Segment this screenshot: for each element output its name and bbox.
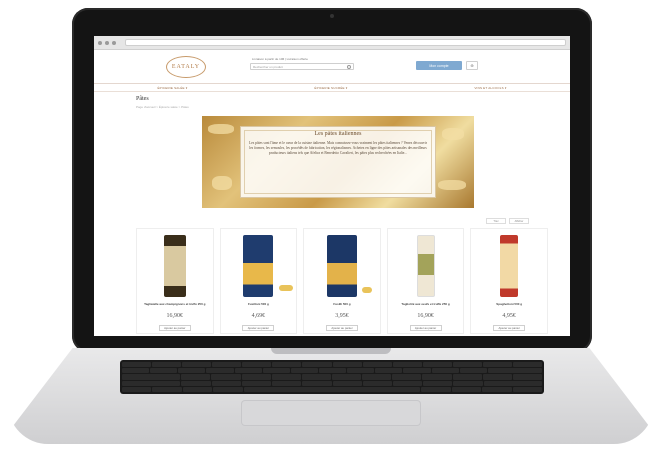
nav-item-epicerie-salee[interactable]: ÉPICERIE SALÉE ▾ <box>157 86 187 90</box>
product-price: 3,95€ <box>335 313 349 319</box>
sort-select[interactable]: Trier <box>486 218 506 224</box>
search-placeholder: Rechercher un produit <box>253 65 283 69</box>
window-maximize-icon[interactable] <box>112 40 116 45</box>
pasta-decoration <box>208 124 234 134</box>
product-card[interactable]: Fusilli 500 g 3,95€ Ajouter au panier <box>303 228 381 334</box>
add-to-cart-button[interactable]: Ajouter au panier <box>325 325 358 331</box>
product-image[interactable] <box>416 235 435 297</box>
search-input[interactable]: Rechercher un produit <box>250 63 354 70</box>
add-to-cart-button[interactable]: Ajouter au panier <box>158 325 191 331</box>
product-name[interactable]: Tagliatelle aux champignons et truffe 25… <box>140 302 210 307</box>
laptop-hinge <box>271 348 391 354</box>
laptop-mockup: EATALY Livraison à partir de 10€ | Livra… <box>0 0 656 464</box>
product-image[interactable] <box>326 235 357 297</box>
add-to-cart-button[interactable]: Ajouter au panier <box>409 325 442 331</box>
browser-toolbar <box>94 36 570 50</box>
product-price: 4,69€ <box>251 313 266 319</box>
product-card[interactable]: Fusilloni 500 g 4,69€ Ajouter au panier <box>219 228 298 334</box>
camera-icon <box>330 14 334 18</box>
pasta-decoration <box>362 287 373 293</box>
product-name[interactable]: Tagliolini aux oeufs et truffe 250 g <box>391 302 461 307</box>
product-image[interactable] <box>243 235 274 297</box>
account-button[interactable]: Mon compte <box>416 61 462 70</box>
category-banner: Les pâtes italiennes Les pâtes sont l'âm… <box>202 116 474 208</box>
add-to-cart-button[interactable]: Ajouter au panier <box>242 325 275 331</box>
add-to-cart-button[interactable]: Ajouter au panier <box>493 325 526 331</box>
pasta-decoration <box>438 180 466 190</box>
search-icon[interactable] <box>347 65 351 69</box>
product-image[interactable] <box>500 235 519 297</box>
product-price: 4,95€ <box>502 313 516 319</box>
product-card[interactable]: Tagliolini aux oeufs et truffe 250 g 16,… <box>386 228 465 334</box>
banner-frame <box>244 130 432 194</box>
pasta-decoration <box>442 128 464 140</box>
laptop-screen: EATALY Livraison à partir de 10€ | Livra… <box>94 36 570 336</box>
product-card[interactable]: Spaghettoni 500 g 4,95€ Ajouter au panie… <box>470 228 548 334</box>
pasta-decoration <box>212 176 232 190</box>
trackpad <box>241 400 421 426</box>
display-select[interactable]: Afficher <box>509 218 529 224</box>
product-card[interactable]: Tagliatelle aux champignons et truffe 25… <box>136 228 214 334</box>
pasta-decoration <box>278 285 293 291</box>
product-name[interactable]: Fusilloni 500 g <box>224 302 294 307</box>
main-nav: ÉPICERIE SALÉE ▾ ÉPICERIE SUCRÉE ▾ VINS … <box>94 84 570 92</box>
laptop-base <box>8 348 654 444</box>
site-header: EATALY Livraison à partir de 10€ | Livra… <box>94 50 570 84</box>
nav-item-epicerie-sucree[interactable]: ÉPICERIE SUCRÉE ▾ <box>314 86 347 90</box>
keyboard <box>120 360 544 394</box>
product-grid: Tagliatelle aux champignons et truffe 25… <box>136 228 548 334</box>
breadcrumb[interactable]: Page d'accueil > Épicerie salée > Pâtes <box>136 105 189 109</box>
product-image[interactable] <box>163 235 186 297</box>
site-logo[interactable]: EATALY <box>166 56 206 78</box>
window-close-icon[interactable] <box>98 40 102 45</box>
filter-bar: Trier Afficher <box>486 218 529 224</box>
laptop-lid: EATALY Livraison à partir de 10€ | Livra… <box>72 8 592 352</box>
banner-title: Les pâtes italiennes <box>314 131 362 137</box>
banner-card: Les pâtes italiennes Les pâtes sont l'âm… <box>240 126 436 198</box>
address-bar[interactable] <box>125 39 566 46</box>
banner-text: Les pâtes sont l'âme et le cœur de la cu… <box>249 141 427 155</box>
window-minimize-icon[interactable] <box>105 40 109 45</box>
product-name[interactable]: Fusilli 500 g <box>307 302 377 307</box>
delivery-hint: Livraison à partir de 10€ | Livraison of… <box>252 57 308 61</box>
product-price: 16,90€ <box>166 313 184 319</box>
product-price: 16,90€ <box>417 313 434 319</box>
nav-item-vins-alcools[interactable]: VINS ET ALCOOLS ▾ <box>474 86 506 90</box>
cart-button[interactable]: ⊕ <box>466 61 478 70</box>
page-title: Pâtes <box>136 96 149 102</box>
product-name[interactable]: Spaghettoni 500 g <box>474 302 544 307</box>
